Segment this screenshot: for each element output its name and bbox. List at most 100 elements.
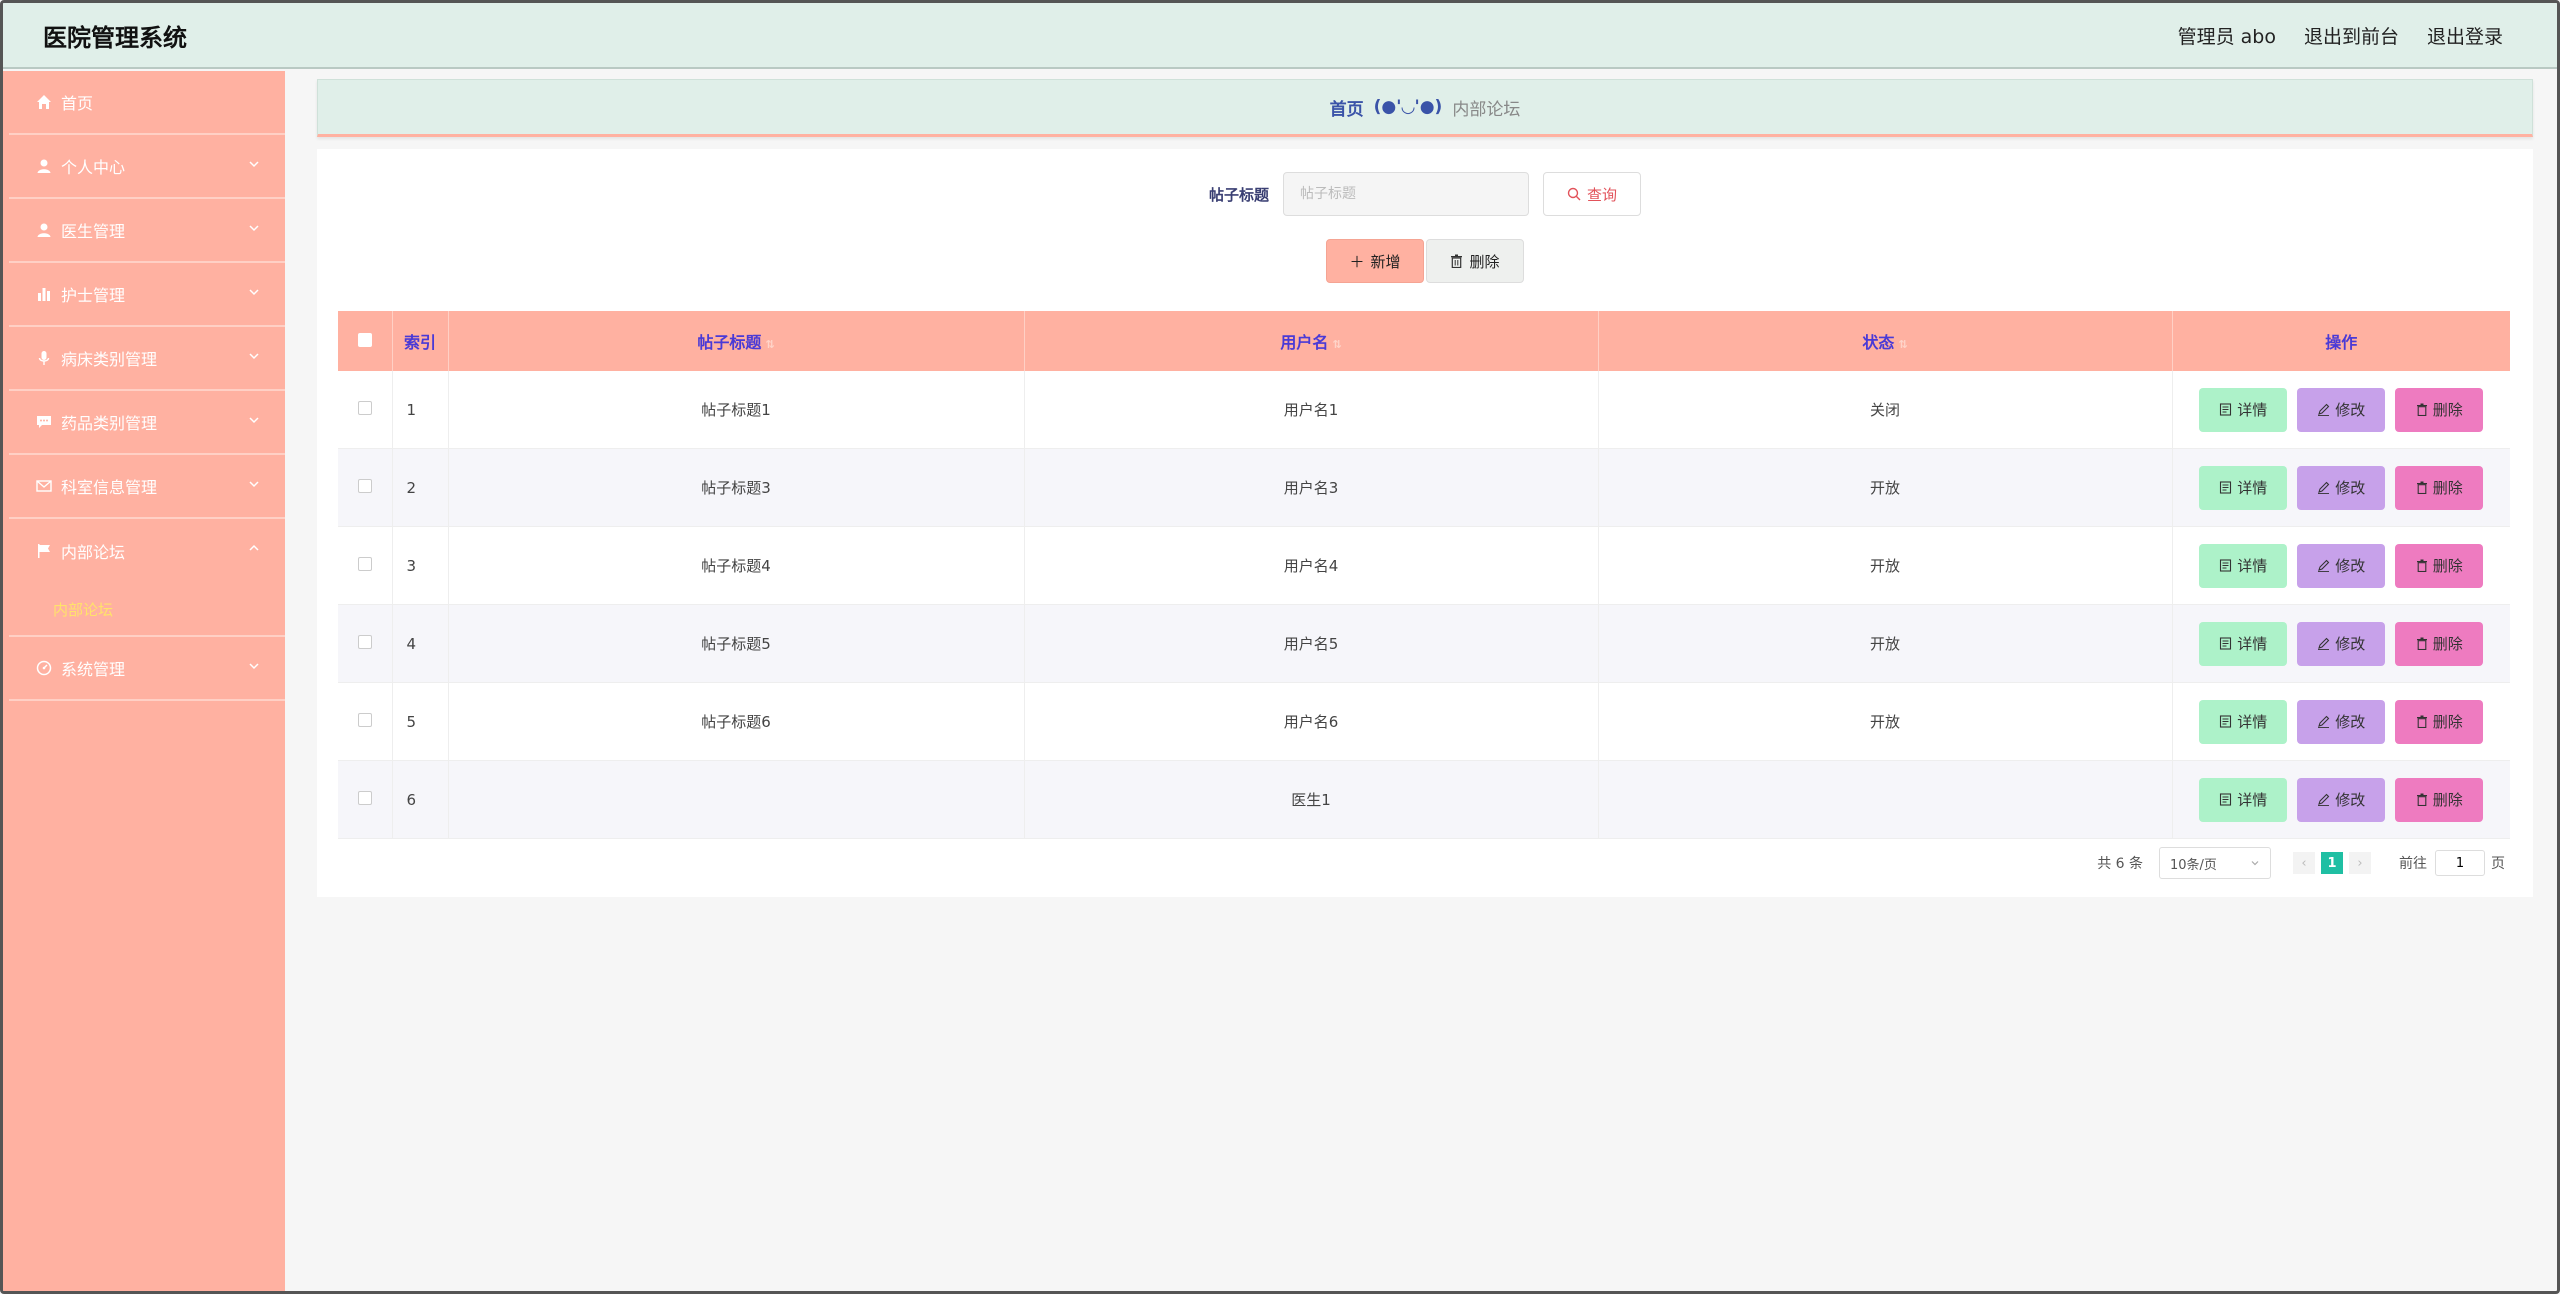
table-row: 5 帖子标题6 用户名6 开放 详情 修改 删除 (338, 682, 2511, 761)
row-select-cell (338, 371, 393, 449)
trash-icon (2416, 715, 2427, 728)
delete-button[interactable]: 删除 (2395, 387, 2484, 432)
row-user: 用户名3 (1024, 448, 1599, 527)
search-input[interactable] (1283, 172, 1529, 216)
edit-icon (2318, 637, 2330, 650)
sidebar-item-doctor[interactable]: 医生管理 (9, 199, 285, 263)
row-user: 用户名4 (1024, 526, 1599, 605)
row-user: 用户名5 (1024, 604, 1599, 683)
row-status: 关闭 (1598, 371, 2173, 449)
breadcrumb-home[interactable]: 首页 (1330, 95, 1364, 120)
sidebar-item-home[interactable]: 首页 (9, 71, 285, 135)
sidebar-item-drug-category[interactable]: 药品类别管理 (9, 391, 285, 455)
delete-button[interactable]: 删除 (2395, 699, 2484, 744)
col-header-actions: 操作 (2172, 311, 2510, 371)
detail-label: 详情 (2237, 635, 2268, 653)
sidebar-item-label: 医生管理 (61, 222, 126, 241)
chevron-down-icon (249, 161, 259, 168)
edit-button[interactable]: 修改 (2297, 777, 2386, 822)
main-panel: 帖子标题 查询 ＋ 新增 删除 索引 帖子标题⇅ (317, 149, 2533, 897)
trash-icon (2416, 559, 2427, 572)
next-page-button[interactable]: › (2349, 852, 2371, 874)
sidebar-item-personal-center[interactable]: 个人中心 (9, 135, 285, 199)
detail-button[interactable]: 详情 (2199, 621, 2288, 666)
detail-label: 详情 (2237, 791, 2268, 809)
trash-icon (2416, 481, 2427, 494)
row-action-group: 详情 修改 删除 (2173, 605, 2511, 682)
search-row: 帖子标题 查询 (317, 171, 2533, 217)
edit-button[interactable]: 修改 (2297, 543, 2386, 588)
document-icon (2220, 793, 2232, 806)
row-user: 医生1 (1024, 760, 1599, 839)
sidebar-item-department[interactable]: 科室信息管理 (9, 455, 285, 519)
row-action-group: 详情 修改 删除 (2173, 683, 2511, 760)
sidebar-item-bed-category[interactable]: 病床类别管理 (9, 327, 285, 391)
row-status: 开放 (1598, 526, 2173, 605)
edit-button[interactable]: 修改 (2297, 465, 2386, 510)
page-number-button[interactable]: 1 (2321, 852, 2343, 874)
delete-button[interactable]: 删除 (2395, 777, 2484, 822)
add-button[interactable]: ＋ 新增 (1326, 239, 1424, 283)
chevron-down-icon (249, 417, 259, 424)
edit-button[interactable]: 修改 (2297, 387, 2386, 432)
row-checkbox[interactable] (357, 556, 372, 571)
breadcrumb: 首页 (●'◡'●) 内部论坛 (317, 79, 2533, 137)
pagination-total: 共 6 条 (2097, 856, 2143, 872)
row-checkbox[interactable] (357, 790, 372, 805)
detail-button[interactable]: 详情 (2199, 699, 2288, 744)
delete-button[interactable]: 删除 (2395, 621, 2484, 666)
delete-button[interactable]: 删除 (2395, 543, 2484, 588)
edit-button[interactable]: 修改 (2297, 699, 2386, 744)
row-checkbox[interactable] (357, 478, 372, 493)
page-size-select[interactable]: 10条/页 (2159, 847, 2271, 879)
logout-link[interactable]: 退出登录 (2427, 22, 2503, 49)
trash-icon (2416, 637, 2427, 650)
row-checkbox[interactable] (357, 712, 372, 727)
select-all-checkbox[interactable] (357, 332, 372, 347)
document-icon (2220, 637, 2232, 650)
row-action-group: 详情 修改 删除 (2173, 449, 2511, 526)
sidebar-item-system[interactable]: 系统管理 (9, 637, 285, 701)
detail-button[interactable]: 详情 (2199, 777, 2288, 822)
detail-button[interactable]: 详情 (2199, 543, 2288, 588)
document-icon (2220, 403, 2232, 416)
row-title (448, 760, 1025, 839)
delete-button[interactable]: 删除 (2395, 465, 2484, 510)
row-checkbox[interactable] (357, 634, 372, 649)
row-actions: 详情 修改 删除 (2172, 526, 2510, 605)
sidebar-item-forum[interactable]: 内部论坛 (9, 519, 285, 583)
col-header-status[interactable]: 状态 ⇅ (1598, 311, 2173, 371)
edit-button[interactable]: 修改 (2297, 621, 2386, 666)
row-select-cell (338, 604, 393, 683)
edit-label: 修改 (2335, 791, 2366, 809)
sidebar-subitem-forum[interactable]: 内部论坛 (9, 583, 285, 637)
edit-icon (2318, 559, 2330, 572)
col-header-title[interactable]: 帖子标题 ⇅ (448, 311, 1025, 371)
row-action-group: 详情 修改 删除 (2173, 371, 2511, 448)
row-index: 2 (392, 448, 449, 527)
row-checkbox[interactable] (357, 400, 372, 415)
chat-icon (35, 413, 53, 431)
batch-delete-button[interactable]: 删除 (1426, 239, 1524, 283)
edit-label: 修改 (2335, 713, 2366, 731)
col-header-label: 用户名 (1280, 333, 1329, 352)
col-header-index: 索引 (392, 311, 449, 371)
exit-to-front-link[interactable]: 退出到前台 (2304, 22, 2399, 49)
delete-label: 删除 (2432, 791, 2463, 809)
row-index: 3 (392, 526, 449, 605)
detail-button[interactable]: 详情 (2199, 465, 2288, 510)
detail-button[interactable]: 详情 (2199, 387, 2288, 432)
query-button[interactable]: 查询 (1543, 172, 1641, 216)
chevron-down-icon (249, 663, 259, 670)
chevron-down-icon (2251, 861, 2259, 866)
goto-page-input[interactable] (2435, 850, 2485, 876)
chevron-down-icon (249, 353, 259, 360)
row-actions: 详情 修改 删除 (2172, 682, 2511, 761)
row-status: 开放 (1598, 682, 2173, 761)
delete-label: 删除 (2432, 401, 2463, 419)
col-header-user[interactable]: 用户名 ⇅ (1024, 311, 1599, 371)
sidebar-item-nurse[interactable]: 护士管理 (9, 263, 285, 327)
prev-page-button[interactable]: ‹ (2293, 852, 2315, 874)
detail-label: 详情 (2237, 401, 2268, 419)
row-select-cell (338, 448, 393, 527)
